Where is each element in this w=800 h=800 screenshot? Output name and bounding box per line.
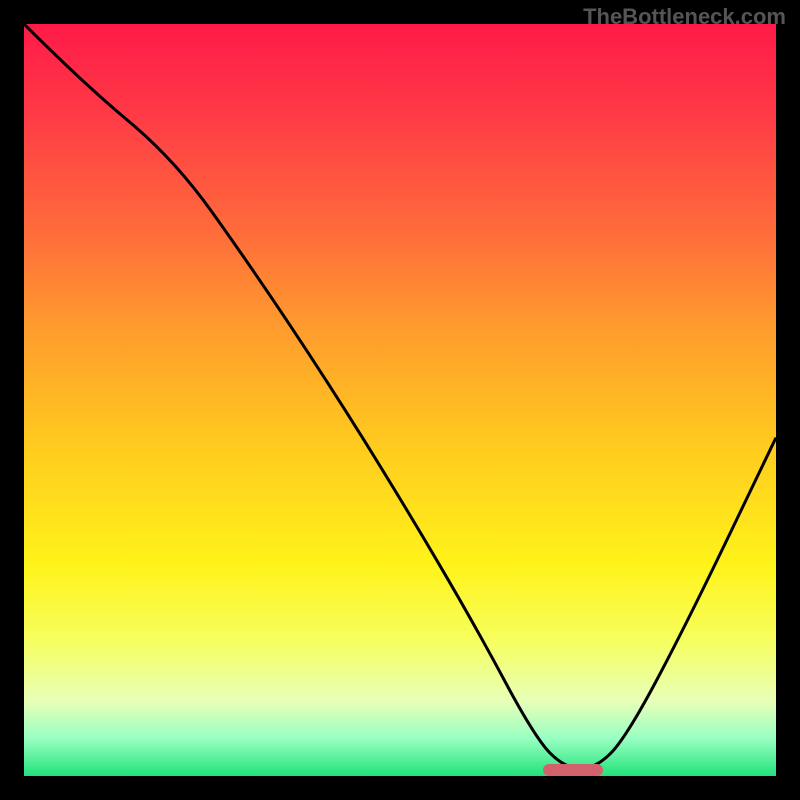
- curve-path: [24, 24, 776, 768]
- bottleneck-curve: [24, 24, 776, 776]
- optimal-range-marker: [543, 764, 603, 776]
- chart-plot-area: [24, 24, 776, 776]
- watermark-label: TheBottleneck.com: [583, 4, 786, 30]
